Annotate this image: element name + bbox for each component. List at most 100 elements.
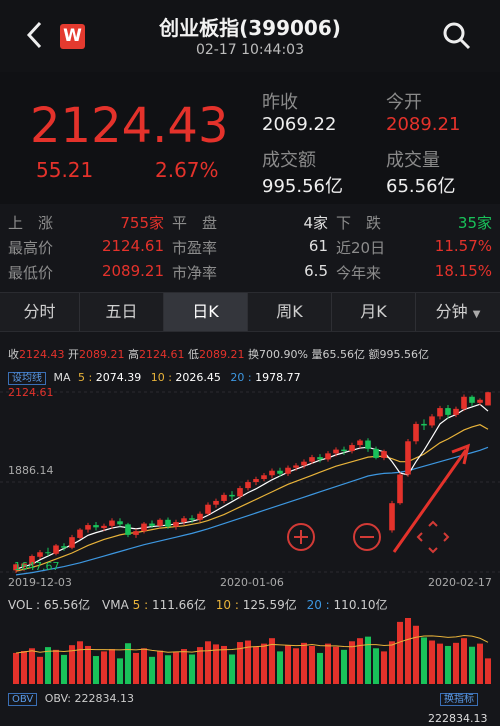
volume-bar: [253, 646, 259, 684]
vma20-value: 110.10亿: [333, 598, 388, 612]
volume-bar: [277, 651, 283, 684]
volume-bar: [61, 654, 67, 684]
candle: [461, 394, 467, 412]
volume-bar: [181, 649, 187, 684]
vol-value-k: 65.56亿: [322, 348, 365, 361]
volume-bar: [437, 643, 443, 684]
candle: [173, 519, 179, 530]
chevron-down-icon: ▼: [472, 309, 481, 320]
volume-bar: [53, 649, 59, 684]
tab-monthly-k[interactable]: 月K: [332, 293, 416, 331]
ytd-value: 18.15%: [434, 262, 492, 280]
volume-bar: [365, 636, 371, 684]
ma10-value: 2026.45: [175, 371, 221, 384]
volume-bar: [37, 656, 43, 684]
volume-bar: [333, 646, 339, 684]
page-title: 创业板指(399006): [159, 16, 341, 40]
candle: [405, 439, 411, 477]
vma5-value: 111.66亿: [151, 598, 206, 612]
rise-value: 755家: [120, 214, 164, 232]
candle: [197, 511, 203, 523]
obv-row: OBV OBV: 222834.13: [8, 692, 134, 706]
candle: [269, 468, 275, 479]
volume-bar: [101, 651, 107, 684]
vol-value: 65.56亿: [43, 598, 91, 612]
candle: [349, 442, 355, 454]
volume-bar: [229, 654, 235, 684]
ma5-value: 2074.39: [95, 371, 142, 384]
candle: [357, 439, 363, 449]
high-label-k: 高: [128, 348, 139, 361]
axis-mid-price: 1886.14: [8, 464, 54, 477]
candle: [213, 498, 219, 508]
ma20-line: [15, 446, 489, 576]
volume-bar: [157, 650, 163, 684]
tab-minute-label: 分钟: [435, 302, 468, 321]
candle: [397, 472, 403, 505]
vma-label: VMA: [102, 598, 129, 612]
candle: [53, 543, 59, 556]
vma20-label: 20 :: [306, 598, 330, 612]
zoom-in-icon[interactable]: [284, 520, 318, 554]
ma20-label: 20 :: [230, 371, 252, 384]
low-label: 最低价: [8, 264, 54, 282]
tab-intraday[interactable]: 分时: [0, 293, 80, 331]
tab-minute[interactable]: 分钟 ▼: [416, 293, 500, 331]
search-icon[interactable]: [441, 20, 473, 52]
candlestick-chart[interactable]: [0, 384, 500, 590]
volume-bar: [285, 645, 291, 684]
switch-indicator-button[interactable]: 换指标: [440, 690, 478, 706]
candle: [325, 451, 331, 462]
switch-indicator-label: 换指标: [440, 693, 478, 706]
current-price: 2124.43: [30, 98, 229, 154]
volume-bar: [261, 643, 267, 684]
candle: [381, 449, 387, 461]
volume-value: 65.56亿: [386, 176, 456, 197]
period-tabs: 分时 五日 日K 周K 月K 分钟 ▼: [0, 292, 500, 332]
tab-five-day[interactable]: 五日: [80, 293, 164, 331]
vol-label: VOL :: [8, 598, 40, 612]
high-value-k: 2124.61: [139, 348, 185, 361]
candle: [253, 476, 259, 486]
candle: [429, 414, 435, 428]
volume-bar: [117, 658, 123, 684]
flat-value: 4家: [303, 214, 328, 232]
volume-bar: [389, 641, 395, 684]
obv-label: OBV: 222834.13: [44, 692, 134, 705]
volume-bar: [309, 645, 315, 684]
change-percent: 2.67%: [155, 158, 219, 182]
open-label-k: 开: [68, 348, 79, 361]
candle: [157, 518, 163, 529]
volume-bar: [221, 645, 227, 684]
candle: [469, 395, 475, 406]
tab-daily-k[interactable]: 日K: [164, 293, 248, 331]
volume-bar: [397, 621, 403, 684]
move-icon[interactable]: [416, 520, 450, 554]
ma10-label: 10 :: [150, 371, 172, 384]
flat-label: 平 盘: [172, 214, 218, 232]
obv-badge[interactable]: OBV: [8, 693, 38, 706]
volume-chart: [13, 618, 491, 684]
volume-bar: [445, 645, 451, 684]
volume-bar: [429, 640, 435, 684]
fall-value: 35家: [457, 214, 492, 232]
candle: [237, 485, 243, 499]
candle: [125, 522, 131, 538]
zoom-out-icon[interactable]: [350, 520, 384, 554]
candle: [77, 528, 83, 540]
fall-label: 下 跌: [336, 214, 382, 232]
low-value: 2089.21: [101, 262, 164, 280]
volume-bar: [173, 652, 179, 684]
candle: [485, 391, 491, 406]
candle: [133, 528, 139, 538]
low-value-k: 2089.21: [199, 348, 245, 361]
ytd-label: 今年来: [336, 264, 382, 282]
volume-bar: [341, 649, 347, 684]
volume-bar: [29, 648, 35, 684]
axis-date-mid: 2020-01-06: [220, 576, 284, 589]
candle: [413, 421, 419, 445]
volume-bar: [141, 648, 147, 684]
volume-bar: [45, 647, 51, 684]
tab-weekly-k[interactable]: 周K: [248, 293, 332, 331]
turnover-value: 995.56亿: [262, 176, 343, 197]
